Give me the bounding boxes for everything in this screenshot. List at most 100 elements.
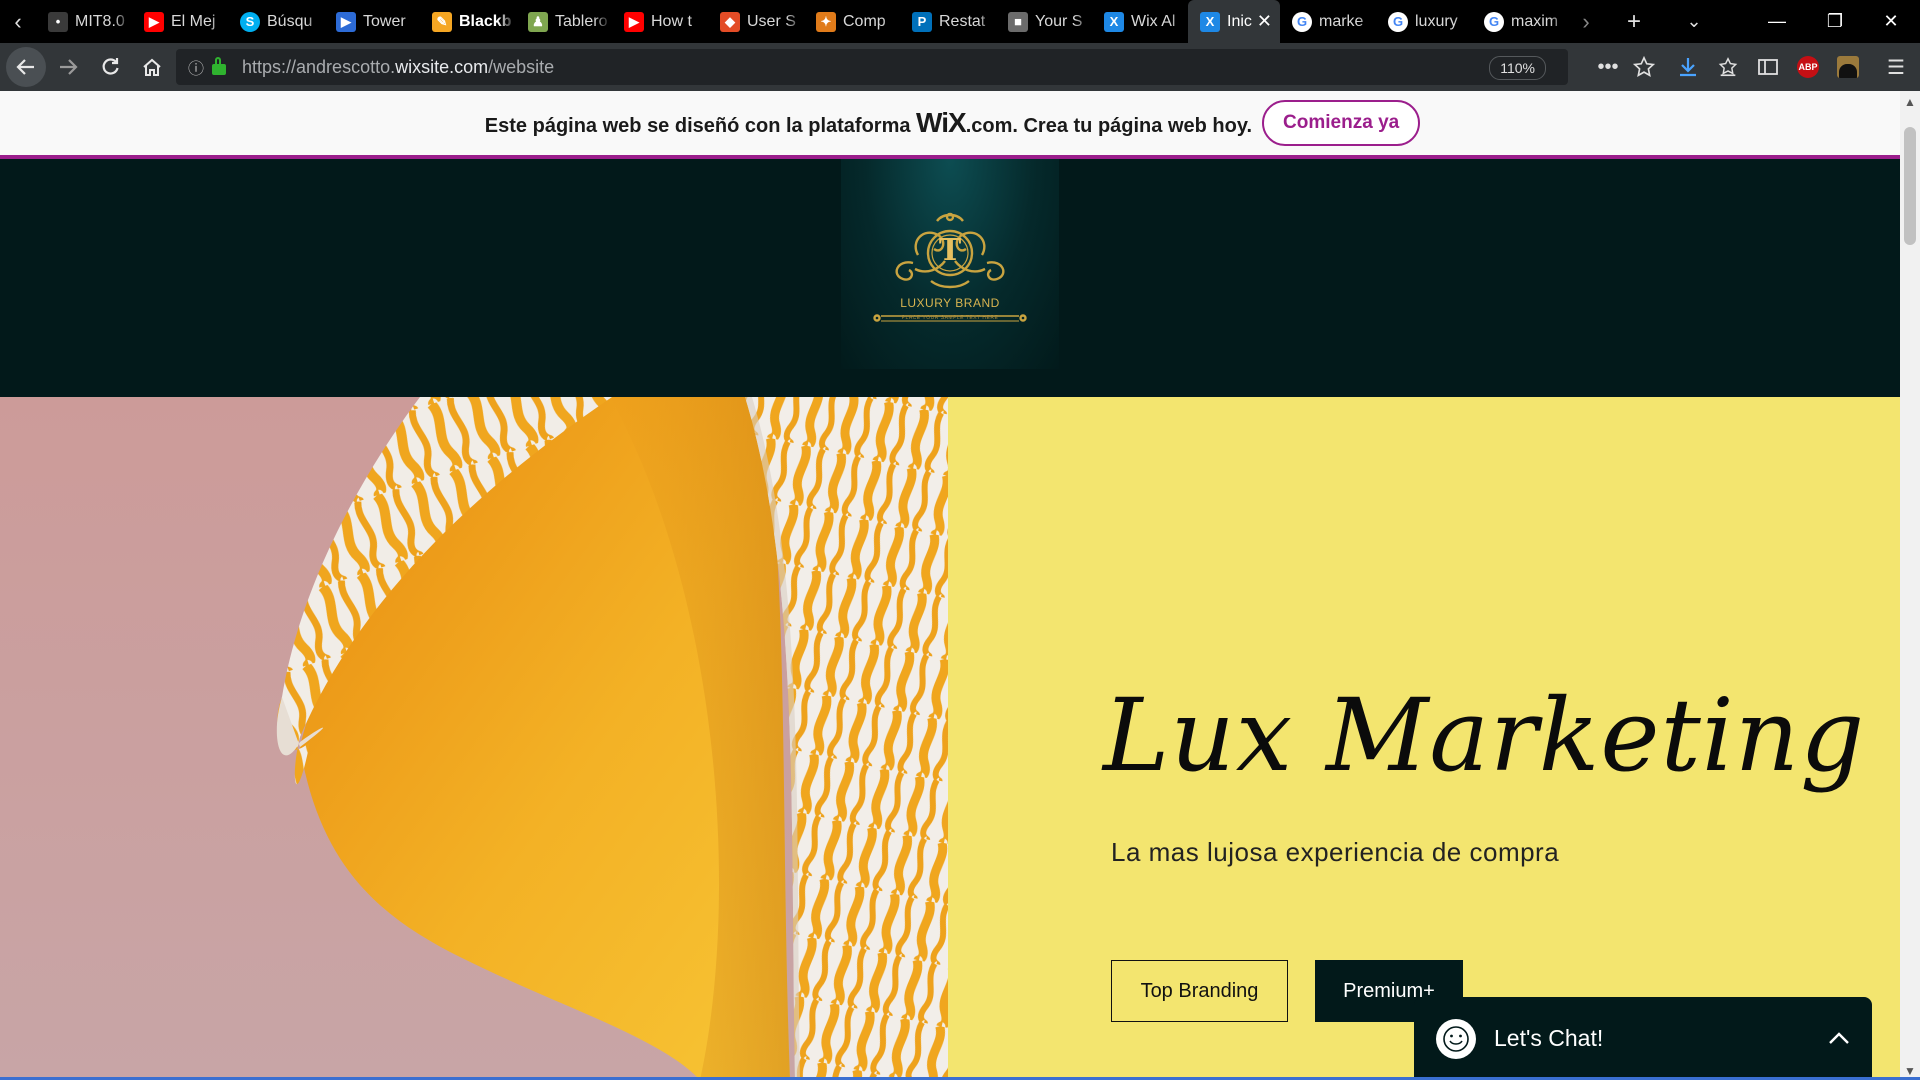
hero-title: Lux Marketing	[1103, 677, 1866, 794]
new-tab-button[interactable]: +	[1604, 0, 1664, 43]
restore-button[interactable]: ❐	[1806, 0, 1864, 43]
arrow-left-icon	[16, 59, 34, 75]
browser-tab[interactable]: ■ Your S	[996, 0, 1092, 43]
site-header: T LUXURY BRAND PLACE YOUR SAMPLE TEXT HE…	[0, 159, 1900, 397]
logo-brand-name: LUXURY BRAND	[900, 296, 1000, 310]
browser-tab[interactable]: ▶ El Mej	[132, 0, 228, 43]
scroll-down-arrow-icon[interactable]: ▼	[1900, 1064, 1920, 1078]
browser-tab[interactable]: Gluxury	[1376, 0, 1472, 43]
chat-label: Let's Chat!	[1494, 1025, 1604, 1051]
home-icon	[143, 58, 161, 76]
library-button[interactable]	[1708, 47, 1748, 87]
lock-icon[interactable]	[212, 57, 226, 75]
browser-tab-strip: ‹ • MIT8.0 ▶ El Mej S Búsqu ▶ Tower ✎ Blackb ♟ Tabl…	[0, 0, 1920, 43]
zoom-level-button[interactable]: 110%	[1489, 56, 1546, 80]
site-info-icon[interactable]: ⓘ	[186, 55, 206, 79]
tab-label: Comp	[843, 12, 886, 30]
wix-banner-text: Este página web se diseñó con la platafo…	[485, 107, 1252, 139]
sidebar-icon	[1758, 59, 1778, 75]
hero-image	[0, 397, 948, 1080]
wix-brand-logo: WiX	[916, 107, 967, 138]
tab-label: maxim	[1511, 12, 1559, 30]
browser-tab[interactable]: ♟ Tablero	[516, 0, 612, 43]
tab-label: El Mej	[171, 12, 216, 30]
address-bar[interactable]: ⓘ https://andrescotto.wixsite.com/websit…	[176, 49, 1568, 85]
tabs-scroll-left-button[interactable]: ‹	[0, 0, 36, 43]
url-text[interactable]: https://andrescotto.wixsite.com/website	[242, 57, 554, 78]
minimize-button[interactable]: —	[1748, 0, 1806, 43]
logo-initial: T	[938, 233, 962, 268]
browser-tab[interactable]: X Inic ✕	[1188, 0, 1280, 43]
tabs-scroll-right-button[interactable]: ›	[1568, 0, 1604, 43]
generic-tab-icon: •	[48, 11, 68, 32]
browser-tab[interactable]: S Búsqu	[228, 0, 324, 43]
browser-tab[interactable]: Gmarke	[1280, 0, 1376, 43]
arrow-right-icon	[60, 59, 78, 75]
chess-icon: ♟	[528, 11, 548, 32]
scrollbar-thumb[interactable]	[1904, 127, 1916, 245]
google-icon: G	[1292, 11, 1312, 32]
tab-label: User S	[747, 12, 796, 30]
browser-tab[interactable]: X Wix Al	[1092, 0, 1188, 43]
browser-tab[interactable]: ▶ Tower	[324, 0, 420, 43]
forward-button[interactable]	[48, 47, 88, 87]
browser-tab[interactable]: Gmaxim	[1472, 0, 1568, 43]
download-icon	[1680, 58, 1696, 77]
zebra-ribbon-image	[276, 397, 948, 1080]
browser-tab[interactable]: P Restat	[900, 0, 996, 43]
skype-icon: S	[240, 11, 260, 32]
scroll-up-arrow-icon[interactable]: ▲	[1900, 95, 1920, 109]
diamond-icon: ◆	[720, 11, 740, 32]
top-branding-button[interactable]: Top Branding	[1111, 960, 1288, 1022]
bookmark-star-button[interactable]	[1624, 47, 1664, 87]
open-menu-button[interactable]: ☰	[1876, 47, 1916, 87]
wix-promo-banner: Este página web se diseñó con la platafo…	[0, 91, 1905, 159]
sidebar-toggle-button[interactable]	[1748, 47, 1788, 87]
chevron-up-icon[interactable]	[1828, 1025, 1850, 1051]
url-prefix: https://andrescotto.	[242, 56, 396, 77]
reload-button[interactable]	[90, 47, 130, 87]
tab-label: Wix Al	[1131, 12, 1176, 30]
page-actions-menu-button[interactable]: •••	[1588, 47, 1628, 87]
youtube-icon: ▶	[144, 11, 164, 32]
comienza-ya-button[interactable]: Comienza ya	[1262, 100, 1421, 146]
box-icon: ■	[1008, 11, 1028, 32]
browser-tab[interactable]: ✎ Blackb	[420, 0, 516, 43]
wix-icon: X	[1104, 11, 1124, 32]
tab-label: Inic	[1227, 12, 1252, 30]
tab-label: MIT8.0	[75, 12, 125, 30]
adblock-plus-icon: ABP	[1797, 56, 1819, 78]
tab-label: Tower	[363, 12, 406, 30]
extension-button[interactable]	[1828, 47, 1868, 87]
chat-widget[interactable]: Let's Chat!	[1414, 997, 1872, 1080]
tab-label: Your S	[1035, 12, 1083, 30]
pencil-icon: ✎	[432, 11, 452, 32]
browser-tab[interactable]: ◆ User S	[708, 0, 804, 43]
tab-label: Blackb	[459, 12, 512, 30]
adblock-plus-button[interactable]: ABP	[1788, 47, 1828, 87]
page-scrollbar[interactable]: ▲ ▼	[1900, 91, 1920, 1080]
star-icon	[1633, 56, 1655, 77]
back-button[interactable]	[6, 47, 46, 87]
youtube-icon: ▶	[624, 11, 644, 32]
tab-label: How t	[651, 12, 692, 30]
close-window-button[interactable]: ✕	[1862, 0, 1920, 43]
list-all-tabs-button[interactable]: ⌄	[1664, 0, 1724, 43]
reload-icon	[102, 58, 119, 75]
url-path: /website	[488, 56, 555, 77]
google-icon: G	[1388, 11, 1408, 32]
tab-label: Tablero	[555, 12, 608, 30]
wix-icon: X	[1200, 11, 1220, 32]
tab-label: marke	[1319, 12, 1364, 30]
close-tab-icon[interactable]: ✕	[1257, 11, 1272, 32]
home-button[interactable]	[132, 47, 172, 87]
mario-icon: ✦	[816, 11, 836, 32]
browser-tab[interactable]: ✦ Comp	[804, 0, 900, 43]
downloads-button[interactable]	[1668, 47, 1708, 87]
browser-tab[interactable]: ▶ How t	[612, 0, 708, 43]
tab-label: luxury	[1415, 12, 1458, 30]
tab-label: Restat	[939, 12, 986, 30]
brand-logo[interactable]: T LUXURY BRAND PLACE YOUR SAMPLE TEXT HE…	[841, 159, 1059, 369]
browser-tab[interactable]: • MIT8.0	[36, 0, 132, 43]
chat-avatar	[1436, 1018, 1476, 1059]
